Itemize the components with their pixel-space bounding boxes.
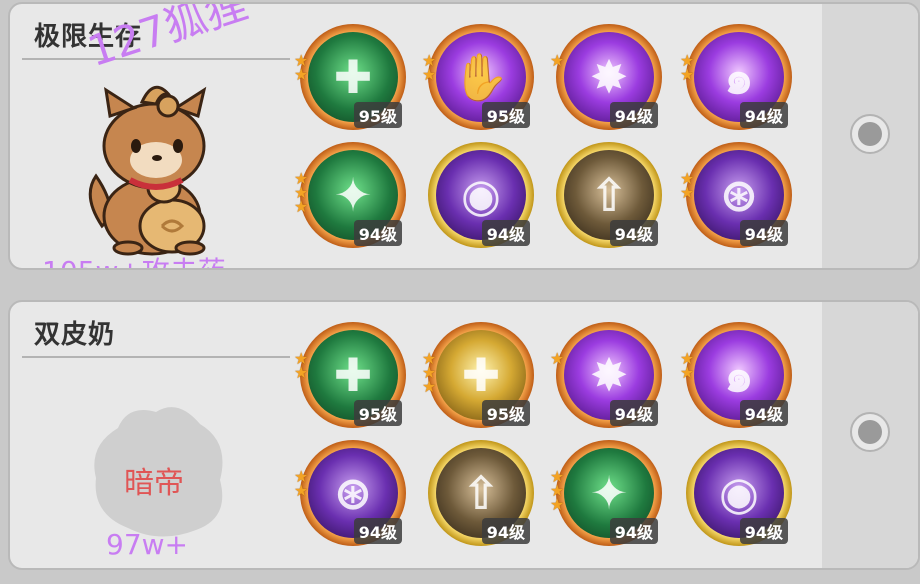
skill-slot[interactable]: ✦ ★ ★ ★ 94级 (294, 142, 410, 252)
skill-slot[interactable]: ⊛ ★ ★ 94级 (294, 440, 410, 550)
star-rank: ★ ★ (422, 53, 437, 84)
skill-level: 95级 (481, 102, 530, 128)
skill-level: 94级 (481, 518, 530, 544)
skill-level: 94级 (353, 220, 402, 246)
skill-slot[interactable]: ✚ ★ ★ ★ 95级 (422, 322, 538, 432)
skill-level: 94级 (739, 102, 788, 128)
skill-level: 94级 (481, 220, 530, 246)
skill-level: 95级 (353, 102, 402, 128)
fox-avatar (88, 85, 207, 256)
overlay-name: 127狐狸 (81, 2, 254, 77)
star-rank: ★ (550, 349, 565, 368)
select-panel (822, 4, 918, 268)
skill-slot[interactable]: ⊛ ★ ★ 94级 (680, 142, 796, 252)
star-icon: ★ (294, 363, 309, 382)
star-icon: ★ (550, 349, 565, 368)
select-panel (822, 302, 918, 568)
star-rank: ★ ★ (680, 53, 695, 84)
skill-level: 94级 (609, 518, 658, 544)
skill-slot[interactable]: ๑ ★ ★ 94级 (680, 24, 796, 134)
note: 97w+ (106, 528, 188, 561)
select-radio[interactable] (850, 114, 890, 154)
skill-level: 94级 (739, 220, 788, 246)
star-rank: ★ ★ ★ (550, 469, 565, 514)
skill-slot[interactable]: ๑ ★ ★ 94级 (680, 322, 796, 432)
star-rank: ★ ★ (680, 171, 695, 202)
skill-slot[interactable]: ✚ ★ ★ 95级 (294, 322, 410, 432)
skill-slot[interactable]: ⇧ 94级 (428, 440, 538, 550)
card-title: 双皮奶 (34, 320, 116, 350)
skill-slot[interactable]: ✚ ★ ★ 95级 (294, 24, 410, 134)
star-icon: ★ (294, 65, 309, 84)
skill-level: 94级 (609, 220, 658, 246)
star-rank: ★ ★ ★ (422, 351, 437, 396)
star-icon: ★ (550, 51, 565, 70)
skill-slot[interactable]: ✸ ★ 94级 (550, 24, 666, 134)
skill-level: 94级 (739, 400, 788, 426)
skill-level: 94级 (353, 518, 402, 544)
skill-level: 95级 (353, 400, 402, 426)
skill-level: 94级 (609, 102, 658, 128)
star-icon: ★ (680, 363, 695, 382)
skill-slot[interactable]: ⇧ 94级 (556, 142, 666, 252)
note: 105w+攻击药 (42, 250, 226, 268)
skill-slot[interactable]: ◉ 94级 (428, 142, 538, 252)
skill-level: 94级 (739, 518, 788, 544)
star-rank: ★ ★ (294, 351, 309, 382)
star-icon: ★ (294, 197, 309, 216)
skill-slot[interactable]: ✦ ★ ★ ★ 94级 (550, 440, 666, 550)
star-icon: ★ (294, 481, 309, 500)
star-icon: ★ (422, 65, 437, 84)
divider (22, 356, 290, 358)
star-icon: ★ (680, 65, 695, 84)
star-rank: ★ ★ (680, 351, 695, 382)
star-rank: ★ ★ (294, 469, 309, 500)
star-rank: ★ ★ ★ (294, 171, 309, 216)
star-icon: ★ (422, 377, 437, 396)
skill-slot[interactable]: ◉ 94级 (686, 440, 796, 550)
skill-slot[interactable]: ✸ ★ 94级 (550, 322, 666, 432)
star-icon: ★ (550, 495, 565, 514)
avatar-label: 暗帝 (124, 466, 184, 501)
skill-slot[interactable]: ✋ ★ ★ 95级 (422, 24, 538, 134)
skill-level: 95级 (481, 400, 530, 426)
star-rank: ★ ★ (294, 53, 309, 84)
skill-level: 94级 (609, 400, 658, 426)
star-icon: ★ (680, 183, 695, 202)
select-radio[interactable] (850, 412, 890, 452)
star-rank: ★ (550, 51, 565, 70)
